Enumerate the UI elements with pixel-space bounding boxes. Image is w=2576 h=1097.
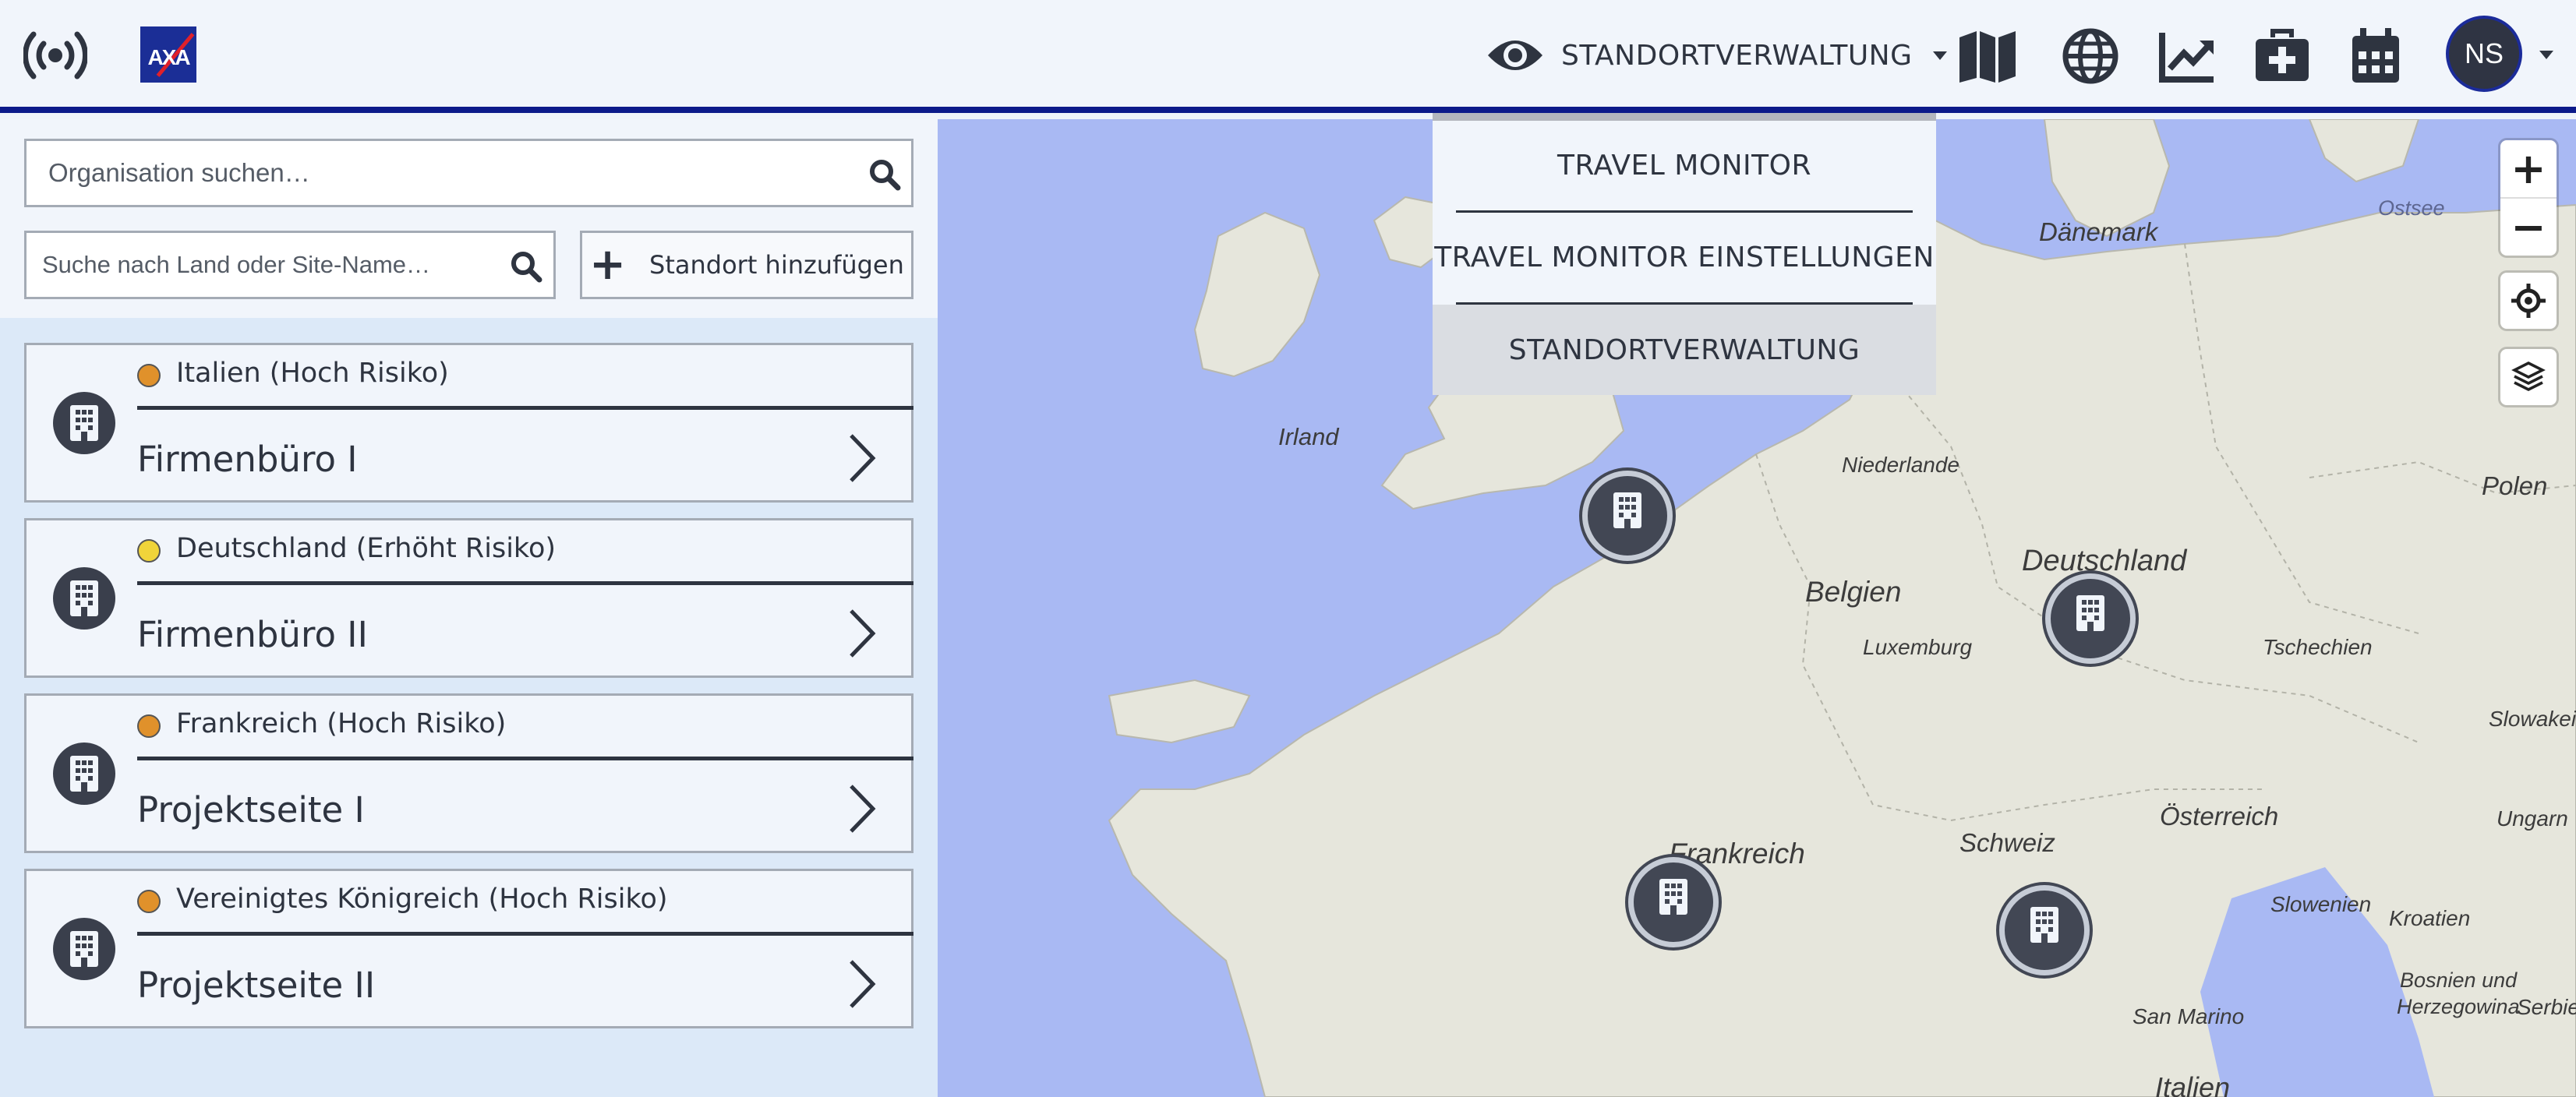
- view-dropdown-menu: TRAVEL MONITOR TRAVEL MONITOR EINSTELLUN…: [1433, 113, 1936, 395]
- map-label-luxemburg: Luxemburg: [1863, 635, 1973, 659]
- add-site-label: Standort hinzufügen: [649, 250, 904, 280]
- map-label-tschechien: Tschechien: [2263, 635, 2373, 659]
- map-label-deutschland: Deutschland: [2022, 545, 2187, 577]
- building-icon: [53, 743, 115, 805]
- site-card[interactable]: Deutschland (Erhöht Risiko) Firmenbüro I…: [24, 518, 913, 678]
- card-divider: [137, 406, 913, 410]
- site-name: Firmenbüro II: [137, 614, 368, 655]
- broadcast-icon[interactable]: [23, 28, 87, 83]
- map-label-serbien: Serbien: [2517, 995, 2576, 1019]
- map-label-herzegowina: Herzegowina: [2397, 995, 2520, 1018]
- map-label-kroatien: Kroatien: [2389, 906, 2471, 930]
- map-label-irland: Irland: [1278, 423, 1339, 450]
- map-label-bosnien: Bosnien und: [2400, 968, 2518, 992]
- site-country: Deutschland (Erhöht Risiko): [176, 533, 557, 564]
- risk-indicator: [137, 539, 161, 563]
- layers-icon: [2511, 362, 2546, 391]
- building-icon: [53, 392, 115, 454]
- top-navbar: AXA STANDORTVERWALTUNG NS: [0, 0, 2576, 113]
- map-label-daenemark: Dänemark: [2039, 217, 2158, 246]
- chevron-right-icon[interactable]: [845, 431, 879, 485]
- map-marker-building[interactable]: [2045, 573, 2136, 664]
- map-label-niederlande: Niederlande: [1842, 453, 1959, 477]
- site-country: Frankreich (Hoch Risiko): [176, 708, 507, 739]
- card-divider: [137, 932, 913, 936]
- site-name: Projektseite II: [137, 965, 376, 1006]
- axa-logo[interactable]: AXA: [140, 26, 196, 83]
- layers-button[interactable]: [2500, 349, 2557, 405]
- menu-item-travel-monitor[interactable]: TRAVEL MONITOR: [1433, 121, 1936, 210]
- chevron-right-icon[interactable]: [845, 781, 879, 836]
- avatar-chevron-down-icon[interactable]: [2539, 51, 2553, 59]
- map-label-slowenien: Slowenien: [2270, 892, 2372, 916]
- menu-item-travel-monitor-settings[interactable]: TRAVEL MONITOR EINSTELLUNGEN: [1433, 213, 1936, 302]
- calendar-icon[interactable]: [2346, 26, 2405, 86]
- map-label-slowakei: Slowakei: [2489, 707, 2576, 731]
- map-label-oesterreich: Österreich: [2160, 802, 2279, 831]
- menu-item-site-management[interactable]: STANDORTVERWALTUNG: [1433, 305, 1936, 395]
- map-label-ostsee: Ostsee: [2378, 196, 2445, 220]
- building-icon: [53, 567, 115, 630]
- organisation-search-input[interactable]: [27, 141, 911, 205]
- site-name: Firmenbüro I: [137, 439, 358, 480]
- site-card[interactable]: Italien (Hoch Risiko) Firmenbüro I: [24, 343, 913, 503]
- map-label-polen: Polen: [2482, 471, 2548, 500]
- plus-icon: +: [589, 239, 627, 290]
- globe-icon[interactable]: [2061, 26, 2120, 86]
- chart-line-icon[interactable]: [2157, 26, 2217, 86]
- search-icon[interactable]: [868, 158, 901, 191]
- building-icon: [53, 918, 115, 980]
- risk-indicator: [137, 714, 161, 738]
- zoom-out-button[interactable]: −: [2500, 199, 2557, 255]
- card-divider: [137, 581, 913, 585]
- eye-icon: [1488, 41, 1542, 70]
- site-card[interactable]: Frankreich (Hoch Risiko) Projektseite I: [24, 693, 913, 853]
- chevron-down-icon: [1932, 51, 1947, 60]
- add-site-button[interactable]: + Standort hinzufügen: [580, 231, 913, 299]
- map-label-belgien: Belgien: [1805, 576, 1902, 608]
- zoom-control: + −: [2500, 140, 2557, 256]
- locate-icon: [2511, 284, 2546, 318]
- risk-indicator: [137, 364, 161, 387]
- card-divider: [137, 757, 913, 760]
- logo-text: AXA: [147, 45, 190, 69]
- map-label-schweiz: Schweiz: [1959, 828, 2055, 857]
- chevron-right-icon[interactable]: [845, 957, 879, 1011]
- view-menu-label: STANDORTVERWALTUNG: [1561, 39, 1913, 72]
- map-icon[interactable]: [1958, 26, 2017, 86]
- view-menu-toggle[interactable]: STANDORTVERWALTUNG: [1485, 28, 1947, 83]
- site-card[interactable]: Vereinigtes Königreich (Hoch Risiko) Pro…: [24, 869, 913, 1028]
- site-search-input[interactable]: [27, 233, 553, 297]
- sidebar: + Standort hinzufügen Italien (Hoch Risi…: [0, 119, 938, 1097]
- zoom-in-button[interactable]: +: [2500, 140, 2557, 196]
- site-name: Projektseite I: [137, 789, 365, 831]
- map-label-san-marino: San Marino: [2133, 1004, 2245, 1028]
- map-marker-building[interactable]: [1582, 471, 1673, 561]
- search-icon[interactable]: [510, 250, 542, 283]
- site-search-field[interactable]: [24, 231, 556, 299]
- locate-button[interactable]: [2500, 273, 2557, 329]
- map-label-italien: Italien: [2155, 1071, 2231, 1097]
- sidebar-search-area: + Standort hinzufügen: [0, 119, 938, 318]
- map-marker-building[interactable]: [1999, 885, 2090, 975]
- risk-indicator: [137, 890, 161, 913]
- organisation-search-field[interactable]: [24, 139, 913, 207]
- map-label-ungarn: Ungarn: [2496, 806, 2568, 831]
- site-country: Vereinigtes Königreich (Hoch Risiko): [176, 884, 668, 915]
- chevron-right-icon[interactable]: [845, 606, 879, 661]
- map-marker-building[interactable]: [1628, 857, 1719, 947]
- avatar[interactable]: NS: [2446, 16, 2522, 92]
- site-country: Italien (Hoch Risiko): [176, 358, 449, 389]
- medical-kit-icon[interactable]: [2253, 26, 2312, 86]
